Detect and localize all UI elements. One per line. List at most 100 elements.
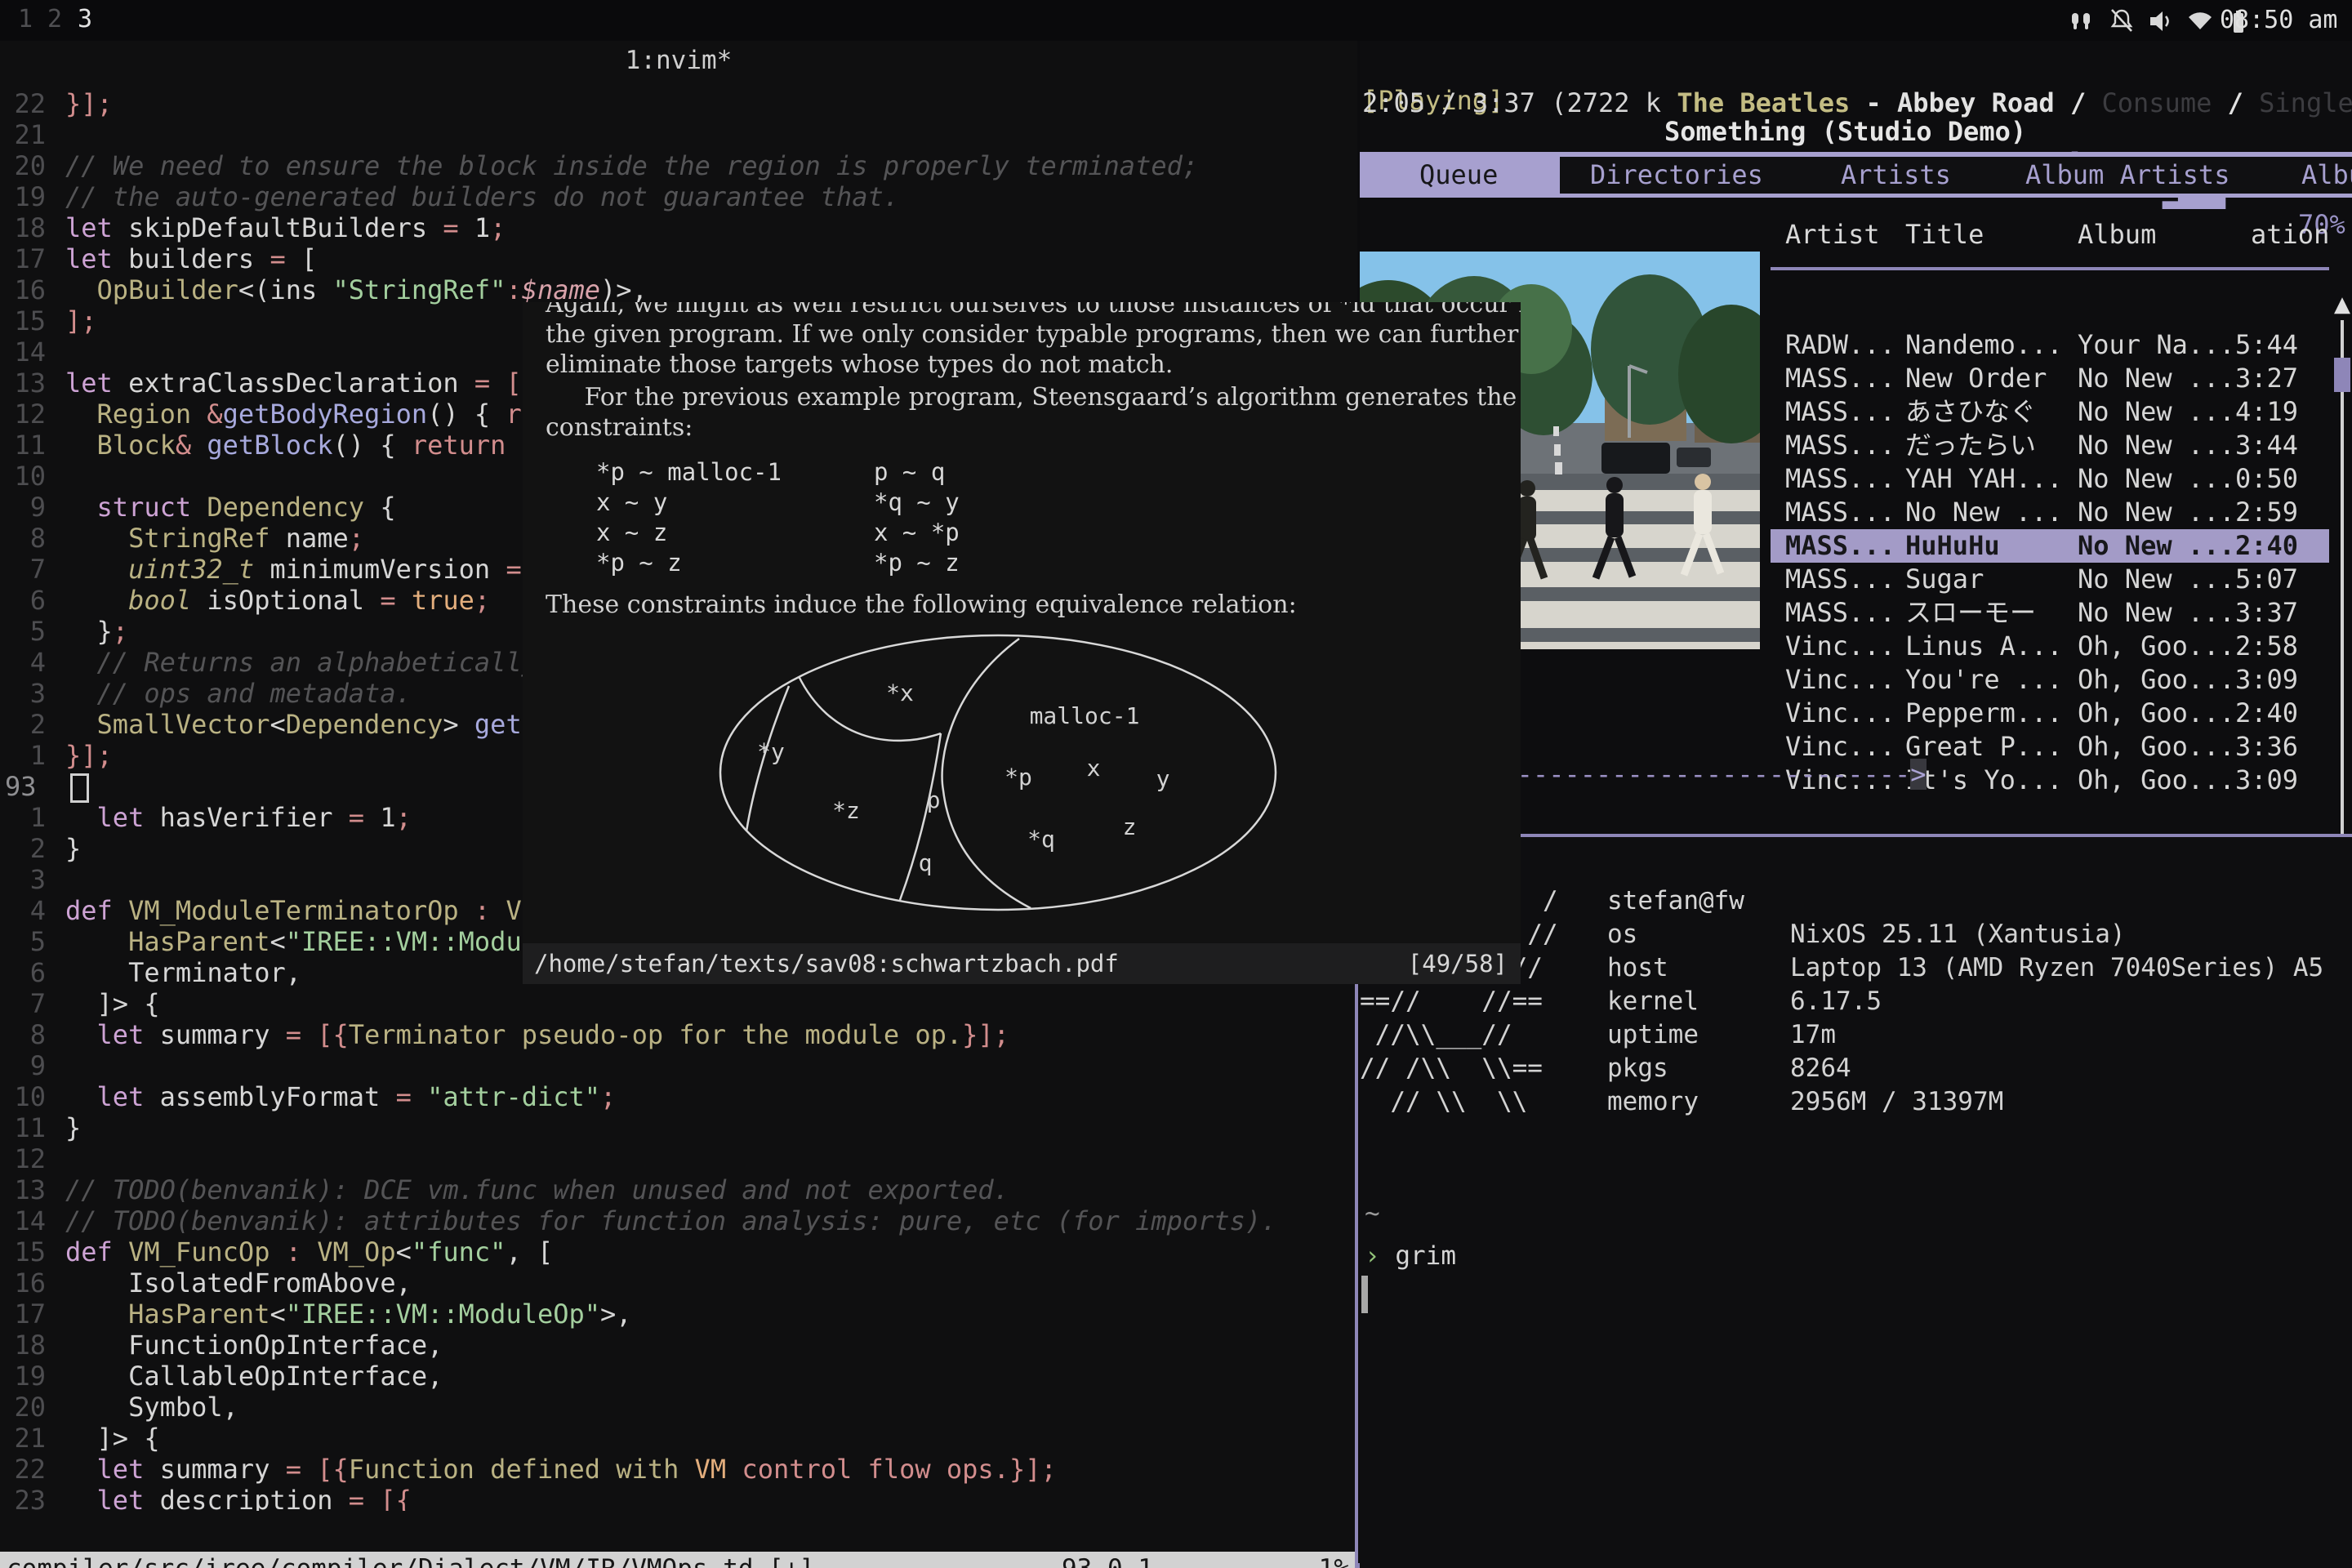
line-number: 14: [0, 336, 46, 368]
line-text: StringRef name;: [65, 523, 364, 554]
code-line[interactable]: 20// We need to ensure the block inside …: [0, 150, 1357, 181]
scrollbar-thumb[interactable]: [2334, 358, 2350, 392]
sysinfo-uptime: uptime17m: [1607, 1018, 2323, 1052]
code-line[interactable]: 12: [0, 1143, 1357, 1174]
workspace-2[interactable]: 2: [47, 5, 62, 33]
sysinfo-host: hostLaptop 13 (AMD Ryzen 7040Series) A5: [1607, 951, 2323, 985]
elapsed-time: 2:05 / 3:37 (2722 k: [1362, 87, 1677, 118]
code-line[interactable]: 18 FunctionOpInterface,: [0, 1330, 1357, 1361]
tab-directories[interactable]: Directories: [1590, 159, 1763, 190]
line-text: let summary = [{Terminator pseudo-op for…: [65, 1019, 1009, 1050]
code-line[interactable]: 19// the auto-generated builders do not …: [0, 181, 1357, 212]
tab-album-artists[interactable]: Album Artists: [2025, 159, 2230, 190]
tab-queue[interactable]: Queue: [1419, 159, 1498, 190]
pdf-relation-sentence: These constraints induce the following e…: [546, 590, 1297, 620]
playlist-row[interactable]: MASS...No New ...No New ...2:59: [1771, 496, 2329, 529]
notifications-off-icon: [2107, 7, 2136, 36]
line-number: 21: [0, 119, 46, 150]
line-text: };: [65, 616, 128, 647]
statusline-scroll-percent: 1%: [1319, 1552, 1349, 1568]
playlist-row[interactable]: Vinc...Linus A...Oh, Goo...2:58: [1771, 630, 2329, 663]
column-header-ation[interactable]: ation: [2251, 219, 2329, 250]
line-text: IsolatedFromAbove,: [65, 1267, 412, 1298]
column-header-artist[interactable]: Artist: [1785, 219, 1880, 250]
workspace-1[interactable]: 1: [18, 5, 33, 33]
sysinfo-pkgs: pkgs8264: [1607, 1052, 2323, 1085]
line-text: }];: [65, 740, 113, 771]
tmux-window-title[interactable]: 1:nvim*: [0, 46, 1357, 75]
diagram-label-deref-z: *z: [832, 797, 860, 824]
code-line[interactable]: 14// TODO(benvanik): attributes for func…: [0, 1205, 1357, 1236]
line-text: let description = [{: [65, 1485, 412, 1511]
scroll-up-icon[interactable]: ▲: [2330, 292, 2352, 317]
playlist-row[interactable]: MASS...YAH YAH...No New ...0:50: [1771, 462, 2329, 496]
user-at-host: stefan@fw: [1607, 884, 2323, 918]
pdf-file-path: /home/stefan/texts/sav08:schwartzbach.pd…: [534, 943, 1119, 984]
line-number: 11: [0, 1112, 46, 1143]
line-number: 13: [0, 1174, 46, 1205]
code-line[interactable]: 23 let description = [{: [0, 1485, 1357, 1511]
sysinfo-memory: memory2956M / 31397M: [1607, 1085, 2323, 1119]
code-line[interactable]: 22}];: [0, 88, 1357, 119]
shell-prompt[interactable]: › grim: [1365, 1241, 1456, 1271]
playlist-row-selected[interactable]: MASS...HuHuHuNo New ...2:40: [1771, 529, 2329, 563]
pdf-viewer-window[interactable]: Again, we might as well restrict ourselv…: [523, 302, 1521, 984]
code-line[interactable]: 19 CallableOpInterface,: [0, 1361, 1357, 1392]
playlist-row[interactable]: Vinc...Pepperm...Oh, Goo...2:40: [1771, 697, 2329, 730]
playlist-row[interactable]: MASS...SugarNo New ...5:07: [1771, 563, 2329, 596]
playlist-row[interactable]: Vinc...You're ...Oh, Goo...3:09: [1771, 663, 2329, 697]
code-line[interactable]: 22 let summary = [{Function defined with…: [0, 1454, 1357, 1485]
code-line[interactable]: 9: [0, 1050, 1357, 1081]
tab-artists[interactable]: Artists: [1841, 159, 1951, 190]
pdf-paragraph-2: For the previous example program, Steens…: [546, 382, 1509, 443]
playlist-row[interactable]: MASS...だったらいNo New ...3:44: [1771, 429, 2329, 462]
code-line[interactable]: 11}: [0, 1112, 1357, 1143]
code-line[interactable]: 18let skipDefaultBuilders = 1;: [0, 212, 1357, 243]
shell-previous-dir: ~: [1365, 1199, 1380, 1228]
line-number: 9: [0, 1050, 46, 1081]
playlist-row[interactable]: RADW...Nandemo...Your Na...5:44: [1771, 328, 2329, 362]
code-line[interactable]: 17 HasParent<"IREE::VM::ModuleOp">,: [0, 1298, 1357, 1330]
pdf-statusbar: /home/stefan/texts/sav08:schwartzbach.pd…: [523, 943, 1521, 984]
workspace-3-active[interactable]: 3: [78, 5, 92, 33]
player-tab-bar[interactable]: Queue Directories Artists Album Artists Albu…: [1360, 152, 2352, 198]
line-number: 6: [0, 957, 46, 988]
line-number: 5: [0, 616, 46, 647]
line-number: 8: [0, 1019, 46, 1050]
line-text: // ops and metadata.: [65, 678, 412, 709]
sysinfo-kernel: kernel6.17.5: [1607, 985, 2323, 1018]
line-number: 20: [0, 1392, 46, 1423]
playlist-row[interactable]: MASS...New OrderNo New ...3:27: [1771, 362, 2329, 395]
code-line[interactable]: 21: [0, 119, 1357, 150]
line-text: let assemblyFormat = "attr-dict";: [65, 1081, 616, 1112]
code-line[interactable]: 21 ]> {: [0, 1423, 1357, 1454]
code-line[interactable]: 8 let summary = [{Terminator pseudo-op f…: [0, 1019, 1357, 1050]
line-number: 4: [0, 895, 46, 926]
code-line[interactable]: 16 IsolatedFromAbove,: [0, 1267, 1357, 1298]
line-number: 19: [0, 181, 46, 212]
code-line[interactable]: 20 Symbol,: [0, 1392, 1357, 1423]
line-text: [70, 771, 89, 802]
playlist-row[interactable]: MASS...あさひなぐNo New ...4:19: [1771, 395, 2329, 429]
code-line[interactable]: 16 OpBuilder<(ins "StringRef":$name)>,: [0, 274, 1357, 305]
line-text: ]> {: [65, 988, 160, 1019]
line-number: 1: [0, 740, 46, 771]
column-header-album[interactable]: Album: [2078, 219, 2156, 250]
code-line[interactable]: 13// TODO(benvanik): DCE vm.func when un…: [0, 1174, 1357, 1205]
tab-albums[interactable]: Albums: [2301, 159, 2352, 190]
line-number: 10: [0, 461, 46, 492]
code-line[interactable]: 10 let assemblyFormat = "attr-dict";: [0, 1081, 1357, 1112]
player-track-row: 2:05 / 3:37 (2722 k The Beatles - Abbey …: [1362, 87, 2352, 120]
column-header-title[interactable]: Title: [1905, 219, 1984, 250]
code-line[interactable]: 15def VM_FuncOp : VM_Op<"func", [: [0, 1236, 1357, 1267]
code-line[interactable]: 17let builders = [: [0, 243, 1357, 274]
terminal-cursor: [1361, 1276, 1368, 1313]
code-line[interactable]: 7 ]> {: [0, 988, 1357, 1019]
line-number: 12: [0, 1143, 46, 1174]
playlist-row[interactable]: MASS...スローモーNo New ...3:37: [1771, 596, 2329, 630]
line-text: }: [65, 1112, 81, 1143]
line-number: 21: [0, 1423, 46, 1454]
progress-head: >: [1910, 759, 1926, 790]
now-playing-title: Something (Studio Demo): [1664, 116, 2026, 147]
pdf-page-indicator: [49/58]: [1408, 943, 1508, 984]
